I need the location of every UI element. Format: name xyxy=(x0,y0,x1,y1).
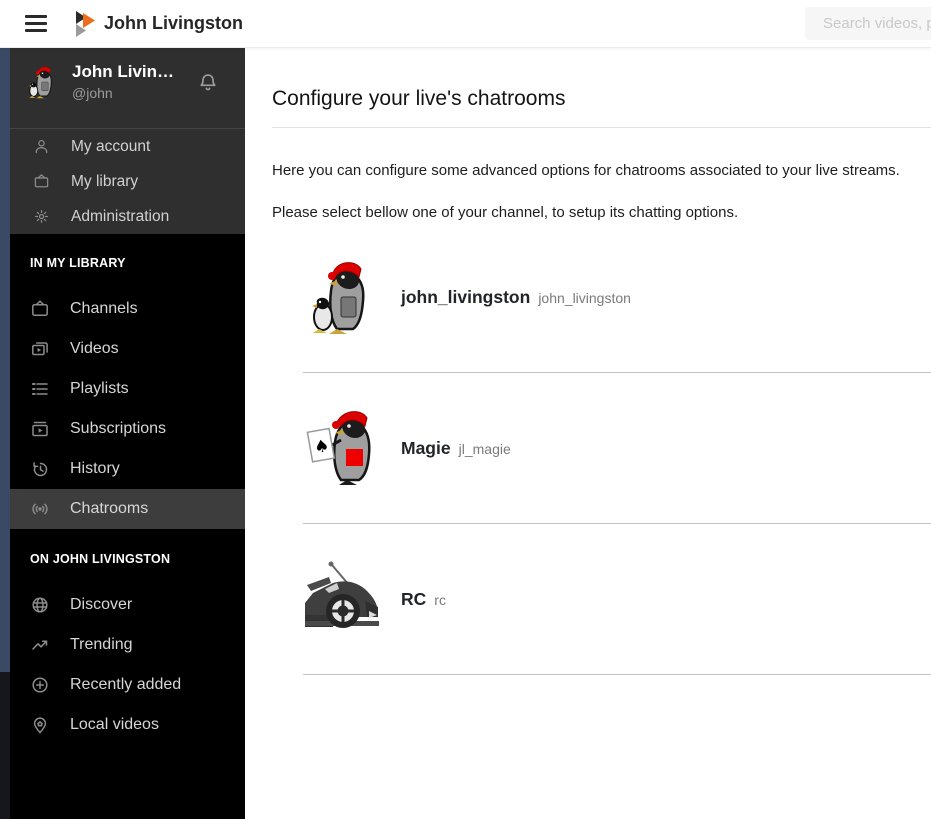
map-pin-home-icon xyxy=(30,715,50,735)
channel-handle: jl_magie xyxy=(458,440,511,457)
channel-row-rc[interactable]: RC rc xyxy=(303,524,931,675)
sidebar-item-subscriptions[interactable]: Subscriptions xyxy=(0,409,245,449)
account-menu: My account My library Administration xyxy=(0,128,245,234)
section-header: ON JOHN LIVINGSTON xyxy=(30,552,171,566)
sidebar-item-local-videos[interactable]: Local videos xyxy=(0,705,245,745)
tv-icon xyxy=(30,299,50,319)
sidebar-item-label: Recently added xyxy=(70,676,182,693)
playlist-icon xyxy=(30,379,50,399)
intro-paragraph: Please select bellow one of your channel… xyxy=(272,204,739,221)
top-bar: John Livingston xyxy=(0,0,931,47)
sidebar-item-label: Playlists xyxy=(70,380,129,397)
trending-up-icon xyxy=(30,635,50,655)
sidebar-item-label: Subscriptions xyxy=(70,420,167,437)
sidebar-scrollbar-track xyxy=(0,47,10,819)
section-in-my-library: IN MY LIBRARY Channels Videos Playlists … xyxy=(0,234,245,529)
sidebar-item-my-library[interactable]: My library xyxy=(0,164,245,199)
page-title: Configure your live's chatrooms xyxy=(272,87,566,110)
channel-display-name: Magie xyxy=(401,437,451,458)
subscriptions-icon xyxy=(30,419,50,439)
channel-handle: rc xyxy=(434,591,446,608)
sidebar-item-label: Discover xyxy=(70,596,133,613)
sidebar-scrollbar-thumb[interactable] xyxy=(0,47,10,672)
history-icon xyxy=(30,459,50,479)
sidebar-item-label: My account xyxy=(71,137,151,155)
user-menu[interactable]: John Livingston @john xyxy=(0,47,245,128)
sidebar-item-recently-added[interactable]: Recently added xyxy=(0,665,245,705)
user-avatar xyxy=(25,61,60,103)
person-icon xyxy=(33,138,50,155)
title-divider xyxy=(272,127,931,128)
channel-row-john-livingston[interactable]: john_livingston john_livingston xyxy=(303,222,931,373)
sidebar-item-label: Trending xyxy=(70,636,133,653)
sidebar-item-history[interactable]: History xyxy=(0,449,245,489)
sidebar-item-label: Administration xyxy=(71,207,170,225)
sidebar-item-label: Chatrooms xyxy=(70,500,149,517)
peertube-logo-icon[interactable] xyxy=(74,10,96,38)
sidebar-item-administration[interactable]: Administration xyxy=(0,199,245,234)
sidebar-item-label: History xyxy=(70,460,120,477)
gear-icon xyxy=(33,208,50,225)
sidebar-item-chatrooms[interactable]: Chatrooms xyxy=(0,489,245,529)
sidebar-item-my-account[interactable]: My account xyxy=(0,129,245,164)
rc-car-avatar xyxy=(303,559,383,639)
intro-paragraph: Here you can configure some advanced opt… xyxy=(272,162,900,179)
sidebar-item-label: Channels xyxy=(70,300,138,317)
sidebar-item-trending[interactable]: Trending xyxy=(0,625,245,665)
channel-display-name: john_livingston xyxy=(401,286,531,307)
sidebar-item-discover[interactable]: Discover xyxy=(0,585,245,625)
sidebar-item-videos[interactable]: Videos xyxy=(0,329,245,369)
search-input[interactable] xyxy=(805,7,931,40)
penguin-magician-avatar xyxy=(303,408,383,488)
main-content: Configure your live's chatrooms Here you… xyxy=(245,47,931,819)
channel-handle: john_livingston xyxy=(538,289,631,306)
tv-icon xyxy=(33,173,50,190)
user-display-name: John Livingston xyxy=(72,62,184,81)
section-header: IN MY LIBRARY xyxy=(30,256,126,270)
sidebar-item-playlists[interactable]: Playlists xyxy=(0,369,245,409)
sidebar-item-label: Local videos xyxy=(70,716,159,733)
channel-list: john_livingston john_livingston Magie jl… xyxy=(303,222,931,675)
hamburger-menu-icon[interactable] xyxy=(25,15,47,32)
penguin-santa-avatar xyxy=(303,257,383,337)
section-on-instance: ON JOHN LIVINGSTON Discover Trending Rec… xyxy=(0,529,245,745)
bell-icon[interactable] xyxy=(197,72,219,96)
videos-icon xyxy=(30,339,50,359)
user-handle: @john xyxy=(72,85,113,101)
app-window: John Livingston John Livingston @john My… xyxy=(0,0,931,819)
broadcast-icon xyxy=(30,499,50,519)
instance-title[interactable]: John Livingston xyxy=(104,13,243,34)
channel-display-name: RC xyxy=(401,588,427,609)
globe-icon xyxy=(30,595,50,615)
sidebar-item-channels[interactable]: Channels xyxy=(0,289,245,329)
channel-row-magie[interactable]: Magie jl_magie xyxy=(303,373,931,524)
sidebar: John Livingston @john My account My libr… xyxy=(0,47,245,819)
plus-circle-icon xyxy=(30,675,50,695)
sidebar-item-label: Videos xyxy=(70,340,119,357)
sidebar-item-label: My library xyxy=(71,172,139,190)
